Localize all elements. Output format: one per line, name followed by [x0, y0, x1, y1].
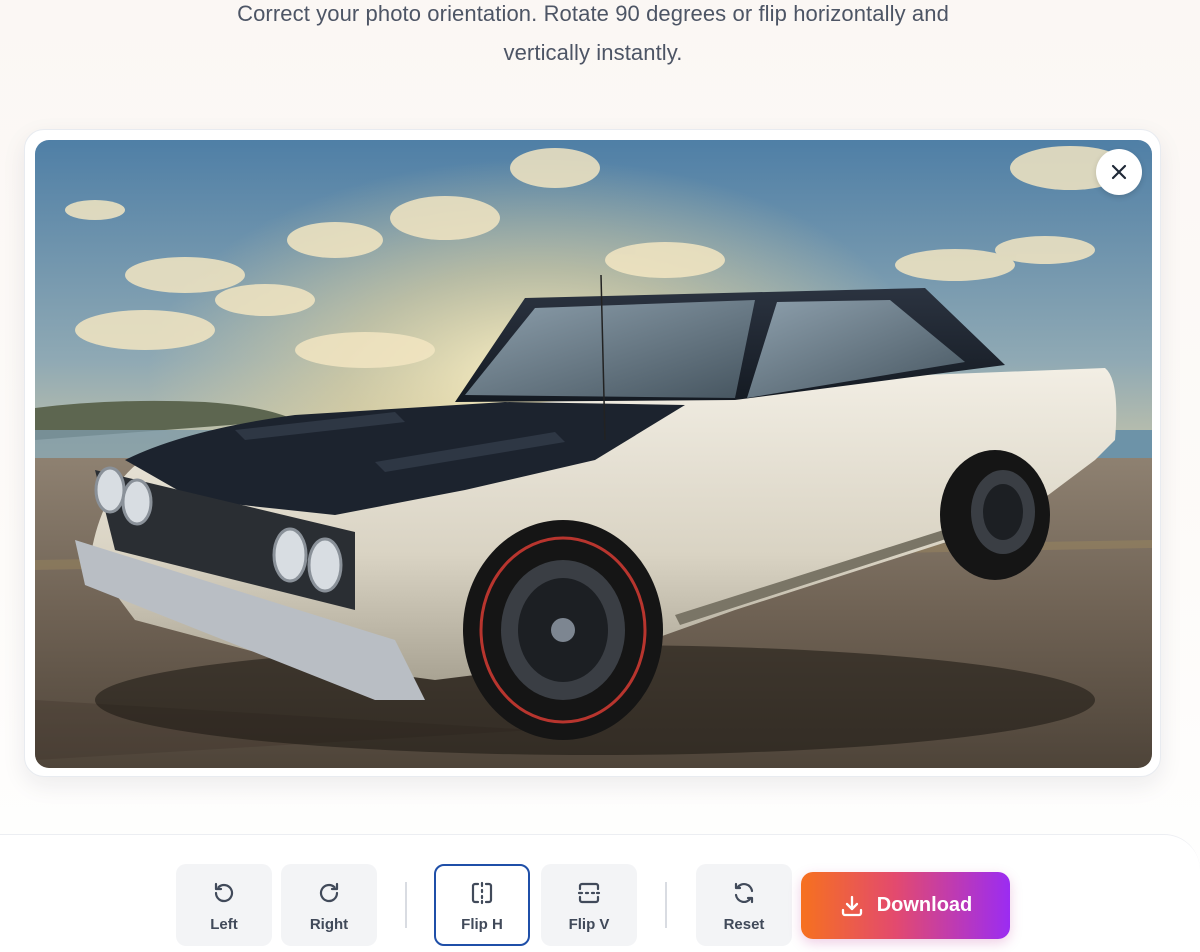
flip-horizontal-label: Flip H — [461, 916, 503, 933]
subtitle-line-1: Correct your photo orientation. Rotate 9… — [237, 1, 949, 26]
toolbar-divider — [665, 882, 667, 928]
download-button[interactable]: Download — [801, 872, 1010, 939]
subtitle-line-2: vertically instantly. — [503, 40, 683, 65]
flip-horizontal-button[interactable]: Flip H — [434, 864, 530, 946]
toolbar-divider — [405, 882, 407, 928]
rotate-left-label: Left — [210, 916, 238, 933]
flip-vertical-button[interactable]: Flip V — [541, 864, 637, 946]
rotate-right-label: Right — [309, 916, 349, 933]
close-button[interactable] — [1096, 149, 1142, 195]
rotate-right-icon — [315, 879, 343, 907]
rotate-left-icon — [210, 879, 238, 907]
page-subtitle: Correct your photo orientation. Rotate 9… — [150, 0, 1036, 72]
preview-image — [35, 140, 1152, 768]
flip-vertical-label: Flip V — [568, 916, 610, 933]
flip-vertical-icon — [575, 879, 603, 907]
download-icon — [839, 893, 865, 919]
reset-label: Reset — [723, 916, 765, 933]
image-preview-card — [24, 129, 1161, 777]
download-label: Download — [876, 894, 973, 916]
rotate-right-button[interactable]: Right — [281, 864, 377, 946]
flip-horizontal-icon — [468, 879, 496, 907]
reset-button[interactable]: Reset — [696, 864, 792, 946]
reset-icon — [730, 879, 758, 907]
close-icon — [1111, 164, 1127, 180]
car-photo — [35, 140, 1152, 768]
rotate-left-button[interactable]: Left — [176, 864, 272, 946]
